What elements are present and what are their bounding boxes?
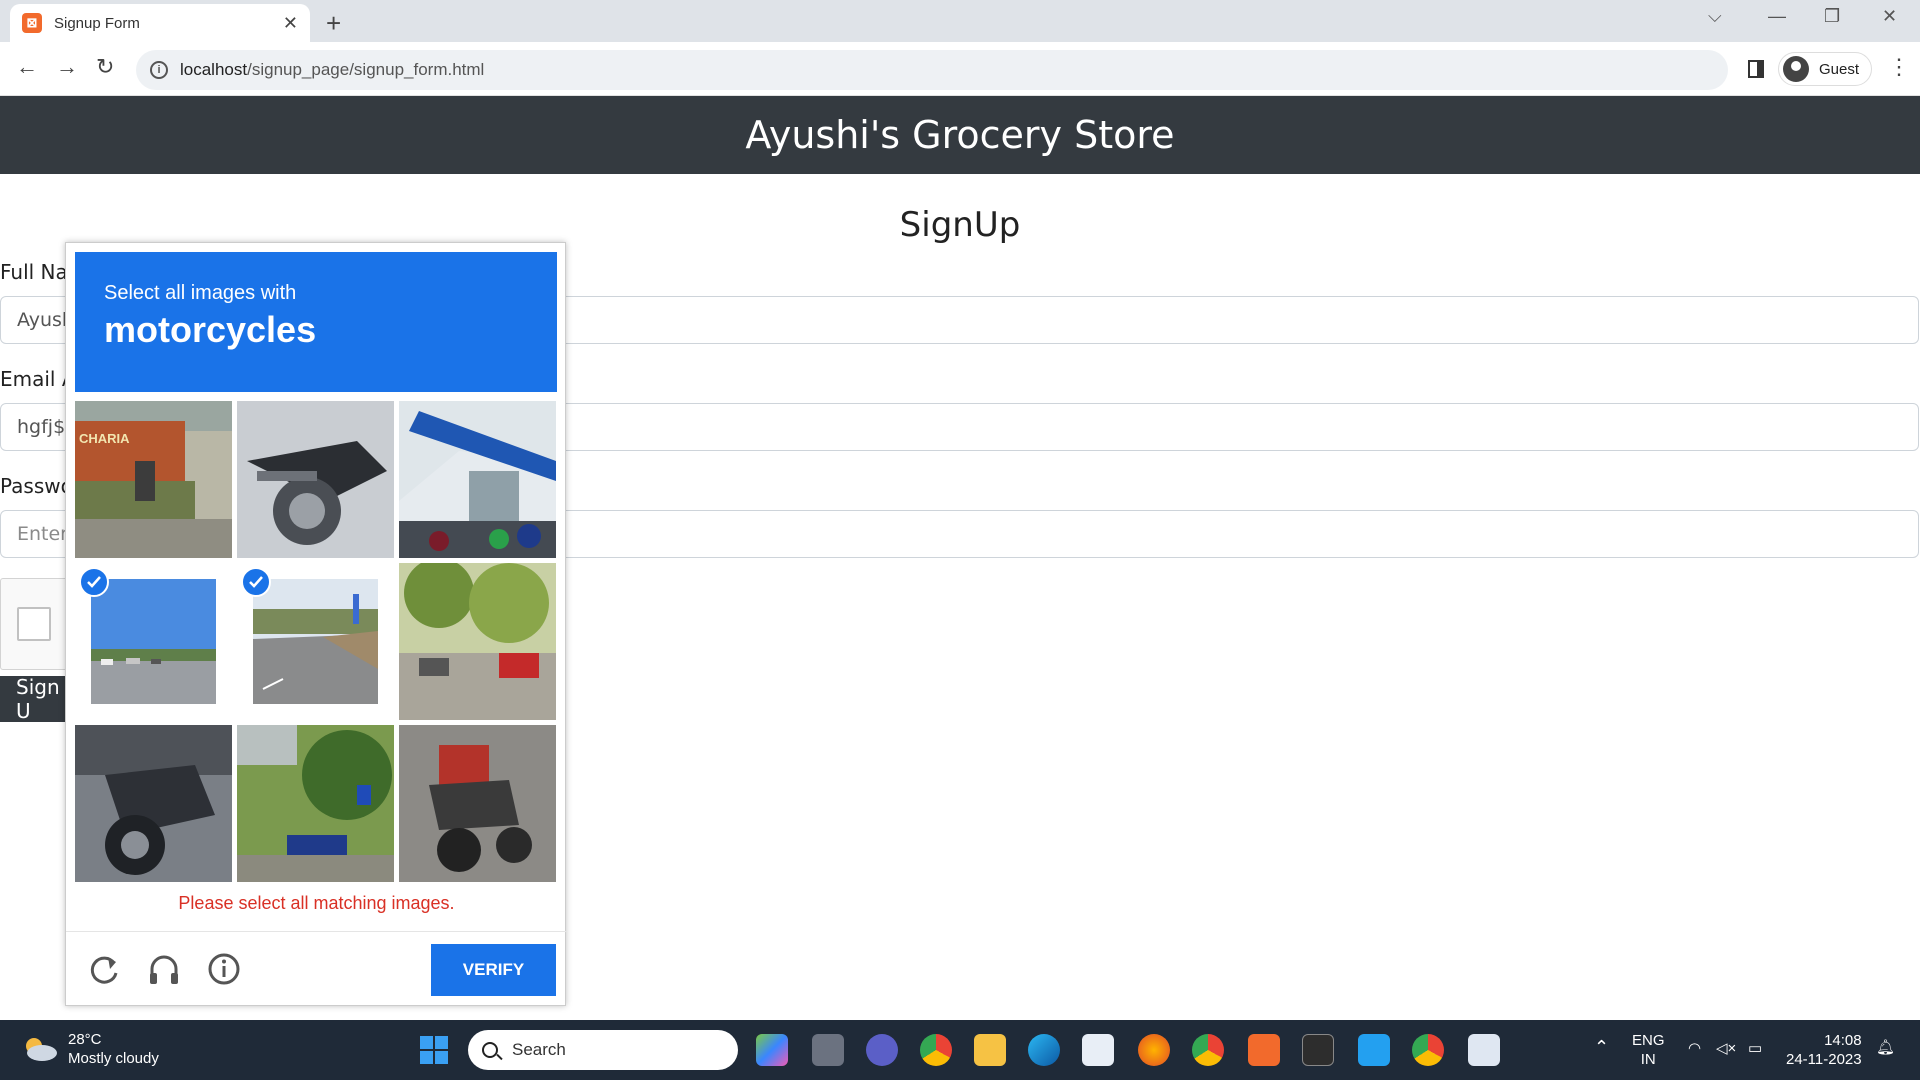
address-toolbar: ← → ↻ i localhost/signup_page/signup_for…	[0, 42, 1920, 96]
captcha-target: motorcycles	[104, 309, 317, 350]
weather-widget[interactable]: 28°C Mostly cloudy	[22, 1030, 159, 1068]
captcha-tile[interactable]	[75, 725, 232, 882]
avatar-icon	[1783, 56, 1809, 82]
xampp-icon[interactable]	[1248, 1034, 1280, 1066]
close-window-icon[interactable]: ✕	[1882, 6, 1897, 27]
search-icon	[482, 1042, 498, 1058]
terminal-icon[interactable]	[1302, 1034, 1334, 1066]
clock-date: 24-11-2023	[1786, 1051, 1862, 1068]
tab-search-chevron-icon[interactable]: ⌵	[1708, 6, 1722, 27]
recaptcha-checkbox[interactable]	[17, 607, 51, 641]
close-tab-icon[interactable]: ✕	[283, 13, 298, 34]
browser-tab-strip: ⊠ Signup Form ✕ + ⌵ — ❐ ✕	[0, 0, 1920, 42]
store-icon[interactable]	[1082, 1034, 1114, 1066]
captcha-divider	[66, 931, 567, 932]
site-info-icon[interactable]: i	[150, 61, 168, 79]
url-bar[interactable]: i localhost/signup_page/signup_form.html	[136, 50, 1728, 90]
tile-image-street-trees	[399, 563, 556, 720]
xampp-favicon-icon: ⊠	[22, 13, 42, 33]
reload-challenge-icon[interactable]	[84, 949, 124, 989]
copilot-icon[interactable]	[756, 1034, 788, 1066]
url-path: /signup_page/signup_form.html	[247, 60, 485, 79]
profile-button[interactable]: Guest	[1778, 52, 1873, 86]
minimize-icon[interactable]: —	[1768, 6, 1786, 27]
clock-time: 14:08	[1824, 1032, 1862, 1049]
captcha-tile[interactable]	[237, 725, 394, 882]
language-indicator[interactable]: ENG IN	[1632, 1031, 1665, 1069]
file-explorer-icon[interactable]	[974, 1034, 1006, 1066]
clock[interactable]: 14:08 24-11-2023	[1786, 1031, 1862, 1069]
captcha-header: Select all images with motorcycles	[75, 252, 557, 392]
teams-chat-icon[interactable]	[866, 1034, 898, 1066]
region-code: IN	[1640, 1051, 1656, 1068]
full-name-label: Full Na	[0, 260, 68, 284]
tab-title: Signup Form	[54, 14, 140, 32]
battery-icon[interactable]: ▭	[1748, 1039, 1762, 1058]
new-tab-icon[interactable]: +	[326, 8, 341, 39]
tile-image-parking-sign	[237, 725, 394, 882]
taskbar-search-box[interactable]: Search	[468, 1030, 738, 1070]
captcha-tile[interactable]: CHARIA	[75, 401, 232, 558]
language-code: ENG	[1632, 1032, 1665, 1049]
show-hidden-icons-chevron-icon[interactable]: ⌃	[1594, 1038, 1609, 1057]
weather-temperature: 28°C	[68, 1031, 102, 1048]
firefox-icon[interactable]	[1138, 1034, 1170, 1066]
tile-image-motorcycle	[75, 725, 232, 882]
tile-image-road	[253, 579, 378, 704]
notifications-bell-icon[interactable]: 🔔︎	[1876, 1038, 1895, 1057]
vscode-icon[interactable]	[1358, 1034, 1390, 1066]
speaker-muted-icon[interactable]: ◁×	[1716, 1039, 1736, 1058]
edge-icon[interactable]	[1028, 1034, 1060, 1066]
page-title: SignUp	[899, 205, 1021, 245]
captcha-tile[interactable]	[399, 401, 556, 558]
side-panel-icon[interactable]	[1748, 60, 1764, 78]
forward-icon[interactable]: →	[56, 54, 78, 80]
wifi-icon[interactable]: ◠	[1688, 1039, 1701, 1058]
chrome-profile-icon[interactable]	[1192, 1034, 1224, 1066]
captcha-tile-selected[interactable]	[75, 563, 232, 720]
tile-image-shop: CHARIA	[75, 401, 232, 558]
captcha-tile[interactable]	[399, 563, 556, 720]
audio-challenge-icon[interactable]	[144, 949, 184, 989]
verify-button[interactable]: VERIFY	[431, 944, 556, 996]
task-view-icon[interactable]	[812, 1034, 844, 1066]
cloudy-weather-icon	[26, 1038, 57, 1061]
captcha-challenge-popup: Select all images with motorcycles CHARI…	[65, 242, 567, 1006]
browser-tab[interactable]: ⊠ Signup Form ✕	[10, 4, 310, 42]
weather-condition: Mostly cloudy	[68, 1050, 159, 1067]
tile-image-highway	[91, 579, 216, 704]
info-icon[interactable]	[204, 949, 244, 989]
back-icon[interactable]: ←	[16, 54, 38, 80]
tile-shop-sign: CHARIA	[79, 431, 130, 446]
captcha-tile[interactable]	[399, 725, 556, 882]
tile-image-delivery-scooter	[399, 725, 556, 882]
captcha-tile-selected[interactable]	[237, 563, 394, 720]
taskbar-search-label: Search	[512, 1040, 566, 1059]
chrome-icon[interactable]	[920, 1034, 952, 1066]
url-host: localhost	[180, 60, 248, 79]
selected-check-icon	[79, 567, 109, 597]
reload-icon[interactable]: ↻	[96, 54, 114, 80]
password-label: Passwo	[0, 474, 73, 498]
menu-kebab-icon[interactable]: ⋮	[1888, 54, 1910, 80]
restore-icon[interactable]: ❐	[1824, 6, 1840, 27]
captcha-error-message: Please select all matching images.	[178, 893, 455, 913]
profile-label: Guest	[1819, 60, 1860, 78]
tile-image-building	[399, 401, 556, 558]
chrome-guest-icon[interactable]	[1412, 1034, 1444, 1066]
captcha-instruction: Select all images with	[104, 282, 297, 304]
windows-start-icon[interactable]	[420, 1036, 448, 1064]
windows-taskbar: 28°C Mostly cloudy Search ⌃ ENG IN ◠ ◁× …	[0, 1020, 1920, 1080]
tile-image-motorbike	[237, 401, 394, 558]
captcha-tile[interactable]	[237, 401, 394, 558]
snipping-tool-icon[interactable]	[1468, 1034, 1500, 1066]
store-header: Ayushi's Grocery Store	[0, 96, 1920, 174]
selected-check-icon	[241, 567, 271, 597]
